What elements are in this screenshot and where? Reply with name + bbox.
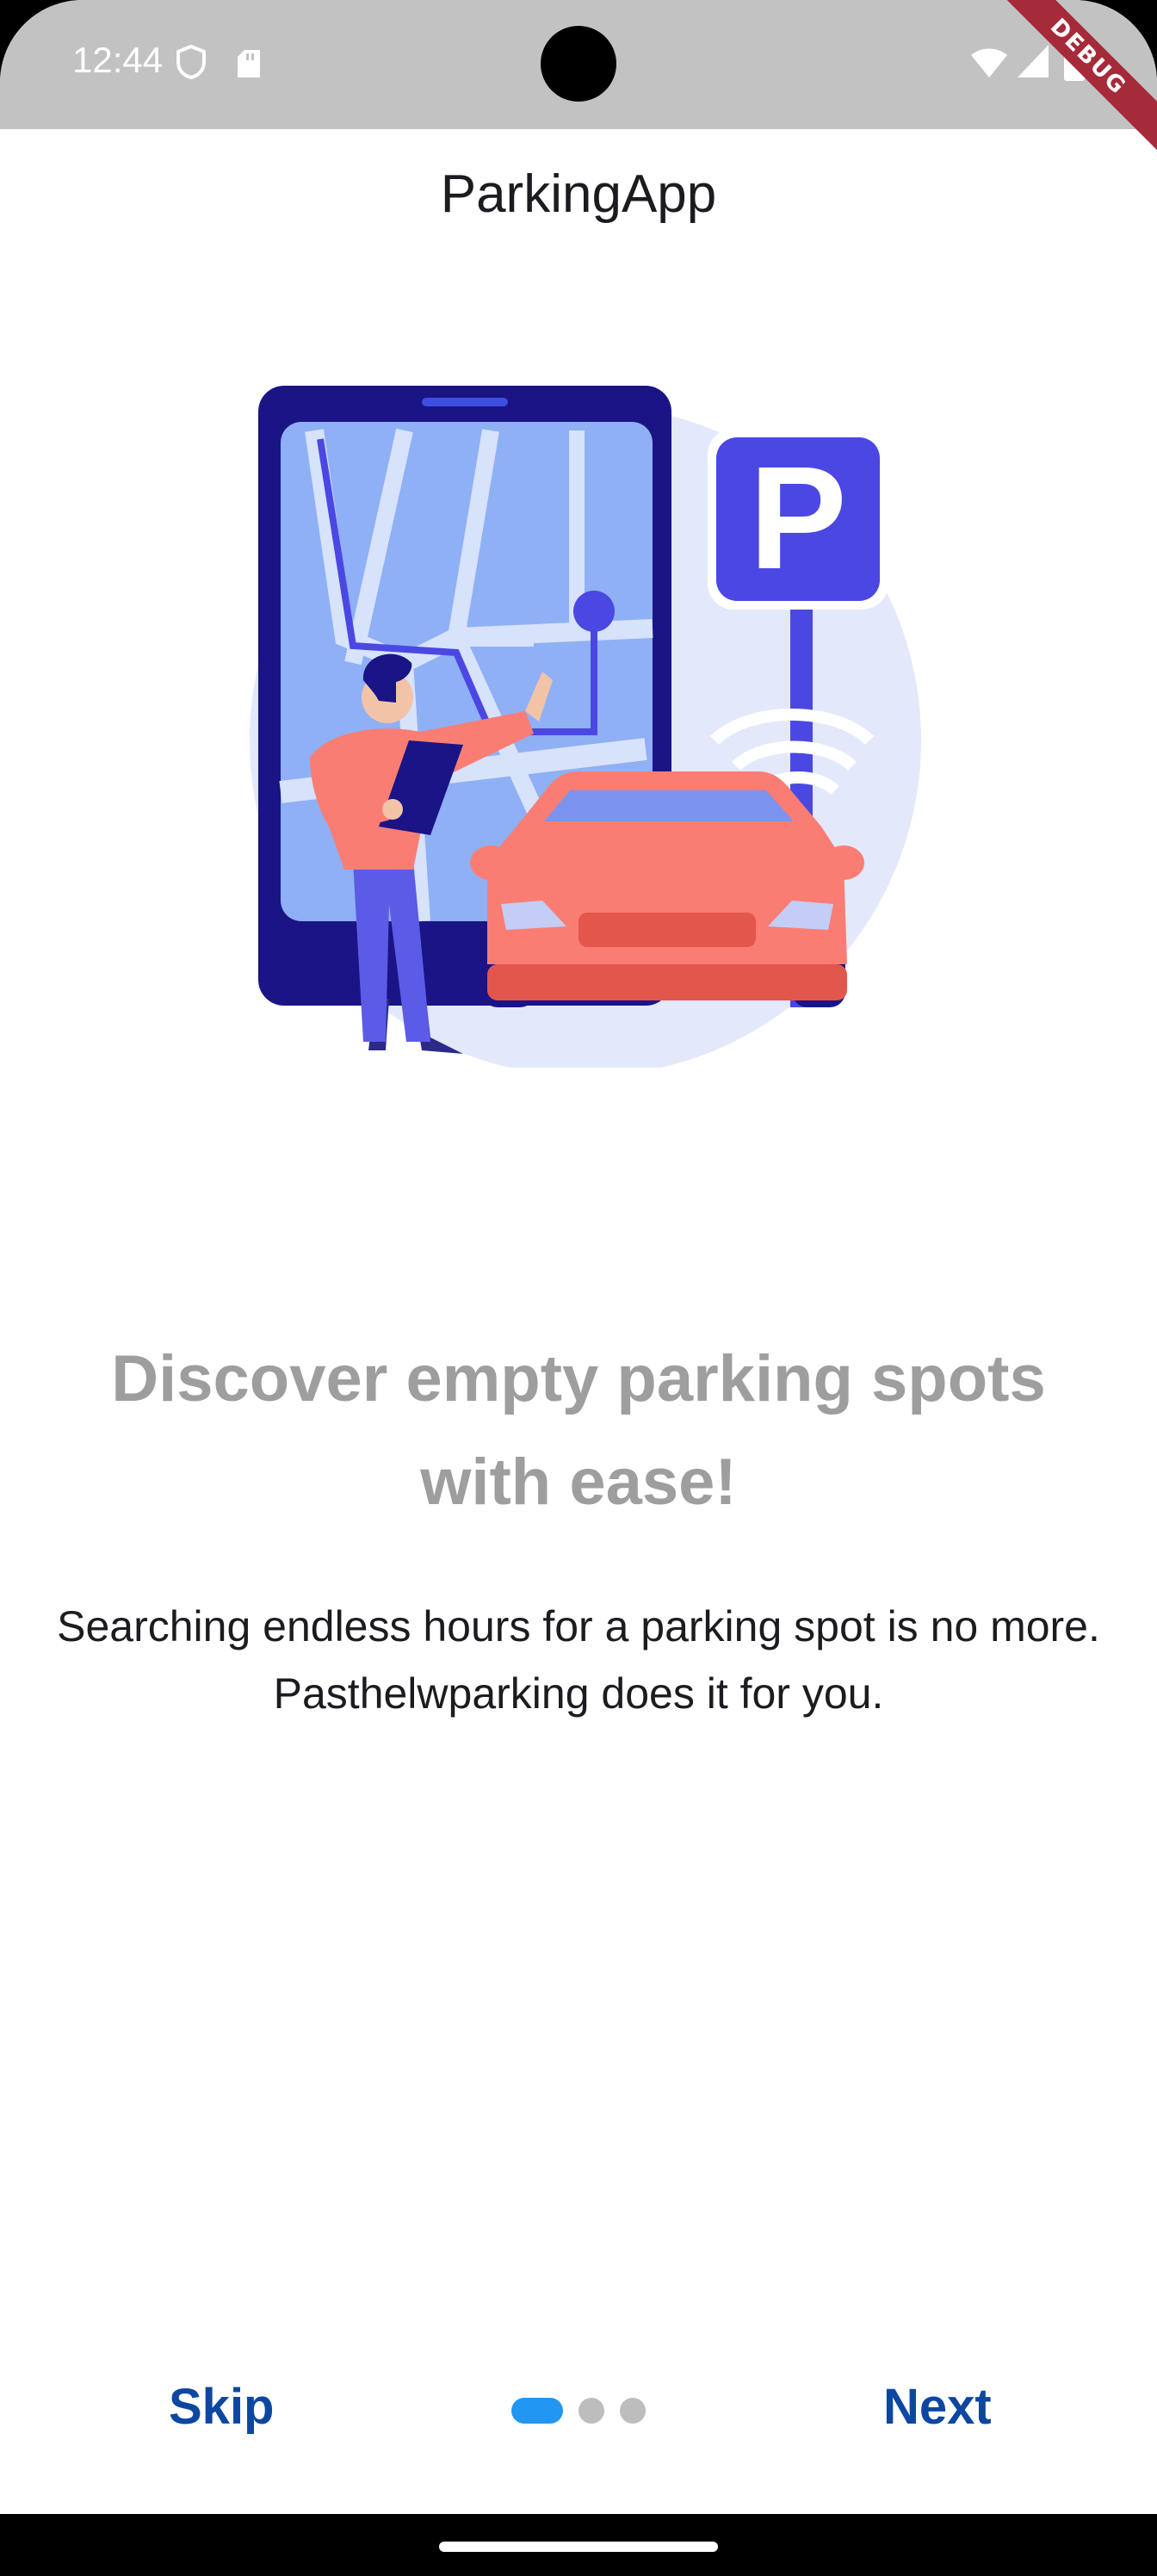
- wifi-icon: [971, 48, 1007, 77]
- status-time: 12:44: [72, 40, 164, 80]
- skip-button[interactable]: Skip: [169, 2378, 275, 2436]
- next-button[interactable]: Next: [883, 2378, 992, 2436]
- onboarding-description: Searching endless hours for a parking sp…: [57, 1602, 1100, 1718]
- home-gesture-handle[interactable]: [439, 2542, 718, 2552]
- onboarding-headline: Discover empty parking spots with ease!: [111, 1342, 1046, 1519]
- app-title: ParkingApp: [440, 164, 717, 224]
- page-indicator: [511, 2397, 646, 2424]
- camera-cutout: [541, 26, 616, 102]
- system-nav-bar: [0, 2514, 1157, 2576]
- signal-icon: [1018, 45, 1049, 77]
- onboarding-screen: 12:44 DEBUG ParkingApp P Discover empty …: [0, 0, 1157, 2576]
- sd-card-icon: [238, 50, 260, 77]
- parking-illustration: P: [250, 386, 921, 1068]
- page-dot-2[interactable]: [578, 2398, 604, 2424]
- parking-sign-letter: P: [749, 437, 846, 600]
- page-dot-1-active[interactable]: [511, 2398, 563, 2424]
- status-bar: 12:44 DEBUG: [0, 0, 1157, 161]
- shield-icon: [176, 45, 206, 79]
- page-dot-3[interactable]: [620, 2398, 646, 2424]
